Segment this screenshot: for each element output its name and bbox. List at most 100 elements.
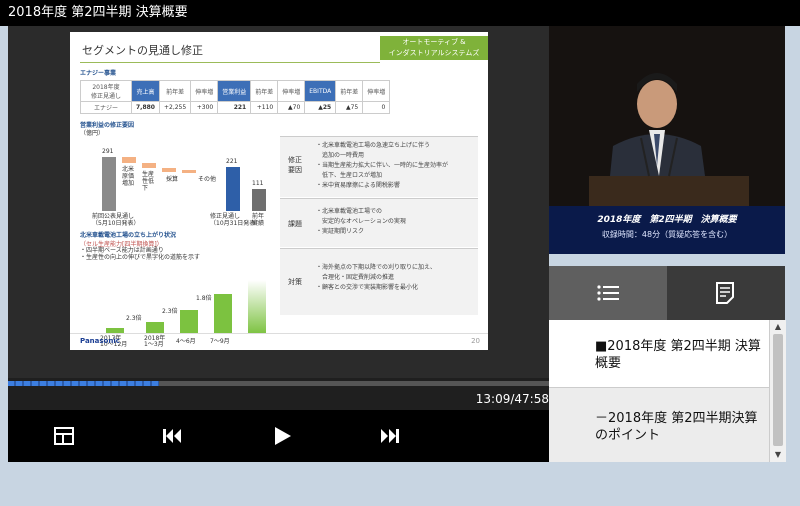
issues-row: 修正 要因 ・北米車載電池工場の急速立ち上げに伴う 追加の一時費用 ・当期生産能… xyxy=(280,136,478,197)
play-icon xyxy=(275,427,291,445)
waterfall-step xyxy=(162,168,176,172)
seek-bar-fill xyxy=(8,381,160,386)
waterfall-step xyxy=(142,163,156,168)
table-header-cell: 営業利益 xyxy=(217,80,252,102)
waterfall-step-label: 生産 性低 下 xyxy=(142,171,155,192)
player-controls xyxy=(8,410,549,462)
chapter-item[interactable]: ■2018年度 第2四半期 決算概要 xyxy=(549,320,769,388)
segment-badge-line2: インダストリアルシステムズ xyxy=(388,49,480,57)
waterfall-bar-revised xyxy=(226,167,240,211)
presentation-slide: セグメントの見通し修正 オートモーティブ & インダストリアルシステムズ エナジ… xyxy=(70,32,488,350)
growth-value: 1.8倍 xyxy=(196,295,212,302)
table-header-cell: 前年差 xyxy=(250,80,279,102)
table-cell: ▲25 xyxy=(304,101,337,114)
table-row: エナジー 7,880 +2,255 +300 221 +110 ▲70 ▲25 … xyxy=(80,101,391,114)
issues-panel: 修正 要因 ・北米車載電池工場の急速立ち上げに伴う 追加の一時費用 ・当期生産能… xyxy=(280,136,478,315)
time-display: 13:09/47:58 xyxy=(475,392,549,406)
issues-row-label: 対策 xyxy=(288,278,302,286)
growth-bar xyxy=(248,280,266,334)
seek-bar[interactable] xyxy=(8,381,549,386)
skip-forward-icon xyxy=(381,429,399,443)
waterfall-step xyxy=(122,157,136,163)
growth-bar xyxy=(214,294,232,334)
table-cell: ▲75 xyxy=(335,101,364,114)
issues-row: 課題 ・北米車載電池工場での 安定的なオペレーションの実現 ・実証期間リスク xyxy=(280,198,478,247)
table-header-cell: 伸率増 xyxy=(362,80,391,102)
tab-chapter-list[interactable] xyxy=(549,266,667,320)
growth-label: 北米車載電池工場の立ち上がり状況 xyxy=(80,232,177,239)
caption-title: 2018年度 第2四半期 決算概要 xyxy=(597,215,737,225)
caption-duration: 収録時間：48分（質疑応答を含む） xyxy=(601,230,733,239)
layout-button[interactable] xyxy=(52,424,76,448)
table-header-cell: EBITDA xyxy=(304,80,337,102)
growth-note: ・四半期ベース能力は計画通り ・生産性の向上の伸びで黒字化の道筋を示す xyxy=(80,247,201,261)
waterfall-value: 291 xyxy=(102,148,114,155)
issues-row-text: ・海外拠点の下期以降での刈り取りに加え、 合理化・固定費削減の推進 ・顧客との交… xyxy=(316,264,437,291)
waterfall-value: 221 xyxy=(226,158,238,165)
waterfall-unit: （億円） xyxy=(80,130,105,137)
slide-area: セグメントの見通し修正 オートモーティブ & インダストリアルシステムズ エナジ… xyxy=(8,26,549,378)
table-cell: 7,880 xyxy=(131,101,160,114)
growth-value: 2.3倍 xyxy=(126,315,142,322)
waterfall-step-label: 北米 原価 増加 xyxy=(122,166,135,187)
waterfall-step-label: その他 xyxy=(198,176,217,183)
sidebar-tabs xyxy=(549,266,785,320)
table-header-cell: 前年差 xyxy=(158,80,192,102)
table-cell: +110 xyxy=(250,101,279,114)
growth-bar xyxy=(180,310,198,334)
table-cell: +300 xyxy=(190,101,219,114)
issues-row-label: 課題 xyxy=(288,220,302,228)
slide-title: セグメントの見通し修正 xyxy=(82,44,203,57)
chapter-item[interactable]: －2018年度 第2四半期決算のポイント xyxy=(549,392,769,462)
scroll-up-icon[interactable]: ▲ xyxy=(772,321,784,333)
waterfall-value: 111 xyxy=(252,180,264,187)
waterfall-bar-start xyxy=(102,157,116,211)
table-cell: 221 xyxy=(217,101,252,114)
table-header-cell: 伸率増 xyxy=(190,80,219,102)
table-row: 2018年度 修正見通し 売上高 前年差 伸率増 営業利益 前年差 伸率増 EB… xyxy=(80,80,391,102)
issues-row-text: ・北米車載電池工場の急速立ち上げに伴う 追加の一時費用 ・当期生産能力拡大に伴い… xyxy=(316,142,449,189)
scroll-down-icon[interactable]: ▼ xyxy=(772,449,784,461)
speaker-video[interactable]: 2018年度 第2四半期 決算概要 収録時間：48分（質疑応答を含む） xyxy=(549,26,785,254)
section-label: エナジー事業 xyxy=(80,70,117,77)
previous-button[interactable] xyxy=(160,424,184,448)
waterfall-step-label: 採算 xyxy=(166,176,179,183)
slide-page-number: 20 xyxy=(471,337,480,345)
table-header-cell: 前年差 xyxy=(335,80,364,102)
chapter-list: ■2018年度 第2四半期 決算概要 －2018年度 第2四半期決算のポイント xyxy=(549,320,785,462)
table-header-cell: 2018年度 修正見通し xyxy=(80,80,132,102)
notes-icon xyxy=(716,282,734,304)
table-cell: ▲70 xyxy=(277,101,306,114)
segment-badge: オートモーティブ & インダストリアルシステムズ xyxy=(380,36,488,60)
table-cell: +2,255 xyxy=(158,101,192,114)
speaker-figure xyxy=(549,26,785,206)
play-button[interactable] xyxy=(270,424,294,448)
issues-row: 対策 ・海外拠点の下期以降での刈り取りに加え、 合理化・固定費削減の推進 ・顧客… xyxy=(280,248,478,315)
chapter-list-scrollbar[interactable]: ▲ ▼ xyxy=(769,320,786,462)
table-header-cell: 売上高 xyxy=(131,80,160,102)
slide-footer: Panasonic 20 xyxy=(70,333,488,350)
issues-row-text: ・北米車載電池工場での 安定的なオペレーションの実現 ・実証期間リスク xyxy=(316,208,406,235)
layout-icon xyxy=(54,427,74,445)
speaker-video-frame xyxy=(549,26,785,206)
slide-player: セグメントの見通し修正 オートモーティブ & インダストリアルシステムズ エナジ… xyxy=(8,26,549,462)
scrollbar-thumb[interactable] xyxy=(773,334,783,446)
waterfall-caption: 前年 実績 xyxy=(252,213,265,227)
tab-notes[interactable] xyxy=(667,266,785,320)
panasonic-logo: Panasonic xyxy=(80,337,120,345)
next-button[interactable] xyxy=(378,424,402,448)
waterfall-bar-prior xyxy=(252,189,266,211)
slide-title-underline xyxy=(80,62,380,63)
segment-badge-line1: オートモーティブ & xyxy=(402,38,466,46)
table-row-label: エナジー xyxy=(80,101,132,114)
forecast-table: 2018年度 修正見通し 売上高 前年差 伸率増 営業利益 前年差 伸率増 EB… xyxy=(80,80,391,114)
waterfall-caption: 前回公表見通し （5月10日発表） xyxy=(92,213,140,227)
app-window: 2018年度 第2四半期 決算概要 セグメントの見通し修正 オートモーティブ &… xyxy=(0,0,800,506)
table-cell: 0 xyxy=(362,101,391,114)
skip-back-icon xyxy=(163,429,181,443)
waterfall-step xyxy=(182,170,196,173)
video-caption: 2018年度 第2四半期 決算概要 収録時間：48分（質疑応答を含む） xyxy=(549,206,785,254)
issues-row-label: 修正 要因 xyxy=(288,156,302,174)
list-icon xyxy=(597,285,619,301)
window-title: 2018年度 第2四半期 決算概要 xyxy=(0,0,800,26)
